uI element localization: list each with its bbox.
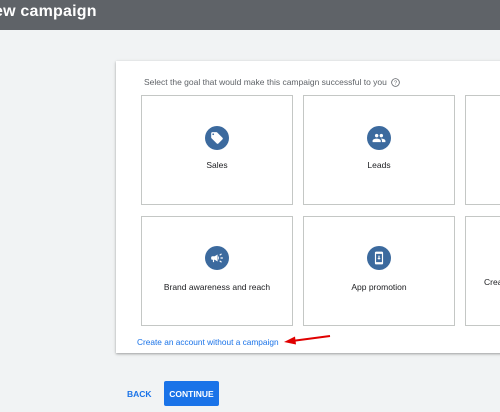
mobile-app-icon <box>367 246 391 270</box>
top-bar: ew campaign <box>0 0 500 30</box>
goal-tile-app-promotion[interactable]: App promotion <box>303 216 455 326</box>
goal-tile-partial[interactable] <box>465 95 500 205</box>
goal-label: Leads <box>367 160 391 170</box>
goal-tile-sales[interactable]: Sales <box>141 95 293 205</box>
goal-label: Sales <box>206 160 228 170</box>
megaphone-icon <box>205 246 229 270</box>
continue-button[interactable]: CONTINUE <box>164 381 219 406</box>
goal-prompt-text: Select the goal that would make this cam… <box>144 77 387 87</box>
annotation-arrow-icon <box>284 335 331 345</box>
tag-icon <box>205 126 229 150</box>
page-title: ew campaign <box>0 3 97 20</box>
goal-label: App promotion <box>351 282 407 292</box>
goal-tile-partial-create[interactable]: Crea <box>465 216 500 326</box>
back-button[interactable]: BACK <box>127 389 152 399</box>
create-account-without-campaign-link[interactable]: Create an account without a campaign <box>137 337 279 347</box>
goal-label: Brand awareness and reach <box>163 282 271 292</box>
goal-label: Crea <box>484 277 500 287</box>
goal-prompt: Select the goal that would make this cam… <box>144 77 400 87</box>
goal-tile-leads[interactable]: Leads <box>303 95 455 205</box>
help-icon[interactable]: ? <box>391 77 400 87</box>
people-icon <box>367 126 391 150</box>
goal-tile-brand-awareness[interactable]: Brand awareness and reach <box>141 216 293 326</box>
